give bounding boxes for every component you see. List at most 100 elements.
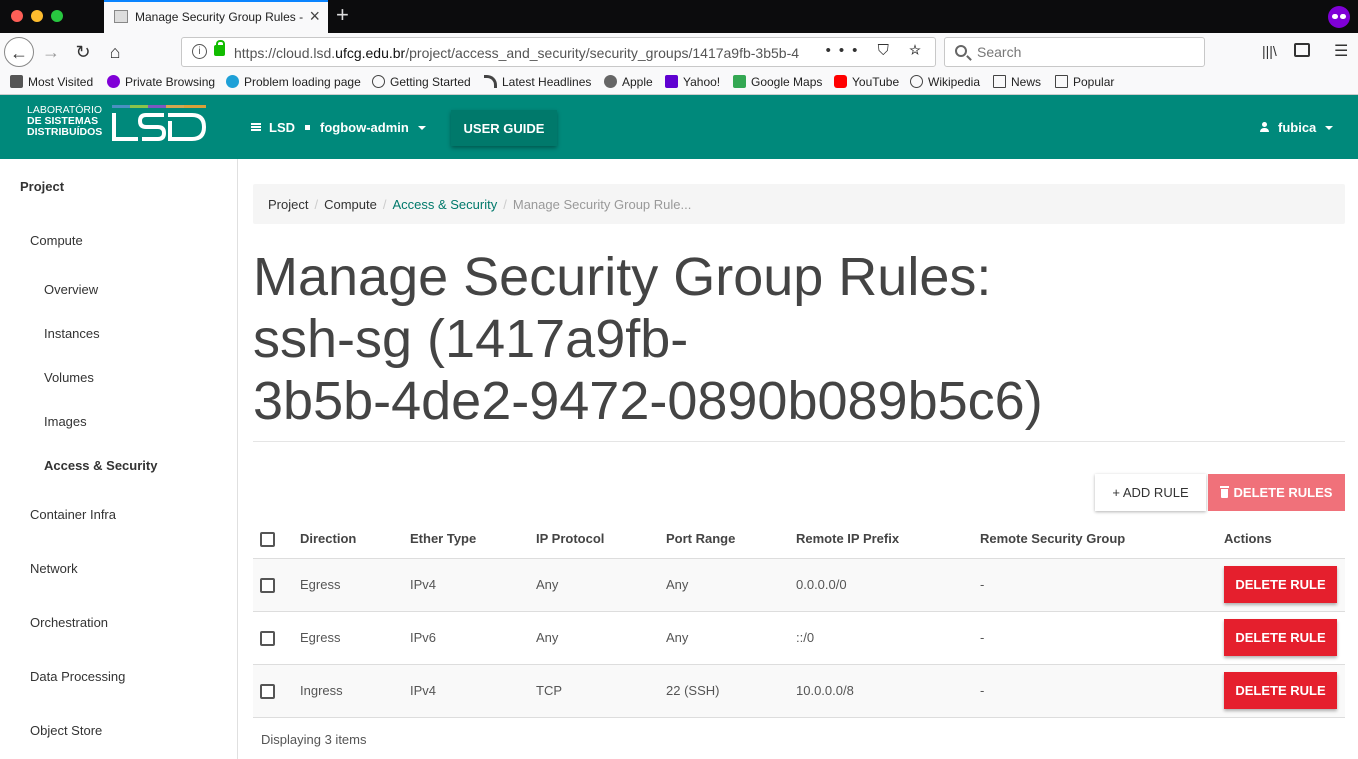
search-bar[interactable]	[944, 37, 1205, 67]
breadcrumb: Project / Compute / Access & Security / Manage…	[253, 184, 1345, 224]
back-arrow-icon[interactable]: ←	[4, 37, 34, 67]
row-checkbox[interactable]	[260, 630, 275, 646]
sidebar-item-instances[interactable]: Instances	[44, 326, 100, 341]
cell-ether-type: IPv4	[403, 558, 529, 612]
row-checkbox[interactable]	[260, 683, 275, 699]
row-select-cell	[253, 611, 293, 665]
page-title-line-1: Manage Security Group Rules:	[253, 247, 992, 307]
delete-rule-button[interactable]: DELETE RULE	[1224, 672, 1337, 709]
col-ip-protocol[interactable]: IP Protocol	[529, 520, 659, 559]
row-select-cell	[253, 664, 293, 718]
breadcrumb-access-security[interactable]: Access & Security	[392, 197, 497, 212]
bookmark-google-maps[interactable]: Google Maps	[733, 75, 822, 89]
bookmark-getting-started[interactable]: Getting Started	[372, 75, 471, 89]
cell-remote-ip-prefix: ::/0	[789, 611, 973, 665]
delete-rule-button[interactable]: DELETE RULE	[1224, 619, 1337, 656]
bookmark-latest-headlines[interactable]: Latest Headlines	[484, 75, 591, 89]
bookmark-private-browsing[interactable]: Private Browsing	[107, 75, 215, 89]
sidebar-item-volumes[interactable]: Volumes	[44, 370, 94, 385]
lsd-logo[interactable]: LABORATÓRIO DE SISTEMAS DISTRIBUÍDOS	[27, 105, 207, 149]
close-tab-icon[interactable]: ×	[309, 6, 320, 27]
sidebar-container-infra[interactable]: Container Infra	[30, 507, 116, 522]
forward-arrow-icon[interactable]: →	[36, 37, 66, 67]
search-input[interactable]	[977, 44, 1197, 60]
bookmark-problem-loading[interactable]: Problem loading page	[226, 75, 361, 89]
sidebar-data-processing[interactable]: Data Processing	[30, 669, 125, 684]
bookmark-apple[interactable]: Apple	[604, 75, 653, 89]
sidebar-compute[interactable]: Compute	[30, 233, 83, 248]
sidebar-network[interactable]: Network	[30, 561, 78, 576]
breadcrumb-separator: /	[503, 197, 507, 212]
close-window-button[interactable]	[11, 10, 23, 22]
logo-text: LABORATÓRIO DE SISTEMAS DISTRIBUÍDOS	[27, 105, 102, 138]
bookmark-label: Yahoo!	[683, 75, 721, 89]
col-remote-security-group[interactable]: Remote Security Group	[973, 520, 1217, 559]
sidebar-orchestration[interactable]: Orchestration	[30, 615, 108, 630]
add-rule-button[interactable]: + ADD RULE	[1095, 474, 1206, 511]
col-remote-ip-prefix[interactable]: Remote IP Prefix	[789, 520, 973, 559]
cell-remote-ip-prefix: 10.0.0.0/8	[789, 664, 973, 718]
library-icon[interactable]: |||\	[1262, 43, 1277, 59]
home-icon[interactable]: ⌂	[100, 37, 130, 67]
list-icon	[251, 123, 261, 131]
sidebar-item-access-security[interactable]: Access & Security	[44, 458, 157, 473]
select-all-checkbox[interactable]	[260, 531, 275, 547]
cell-direction: Egress	[293, 558, 403, 612]
page-actions-icons[interactable]: ••• ⛉ ☆	[826, 42, 929, 59]
minimize-window-button[interactable]	[31, 10, 43, 22]
bookmark-most-visited[interactable]: Most Visited	[10, 75, 93, 89]
page-favicon-icon	[114, 10, 128, 23]
info-icon[interactable]: i	[192, 44, 207, 59]
divider	[253, 441, 1345, 442]
rules-table: Direction Ether Type IP Protocol Port Ra…	[253, 520, 1345, 718]
bookmark-youtube[interactable]: YouTube	[834, 75, 899, 89]
browser-tab[interactable]: Manage Security Group Rules - ×	[104, 0, 328, 33]
chevron-down-icon	[417, 126, 426, 130]
bookmark-wikipedia[interactable]: Wikipedia	[910, 75, 980, 89]
cell-remote-security-group: -	[973, 664, 1217, 718]
col-ether-type[interactable]: Ether Type	[403, 520, 529, 559]
lock-icon	[214, 40, 225, 56]
trash-icon	[1219, 486, 1229, 498]
delete-rules-button[interactable]: DELETE RULES	[1208, 474, 1345, 511]
bookmark-label: Google Maps	[751, 75, 823, 89]
cell-remote-ip-prefix: 0.0.0.0/0	[789, 558, 973, 612]
breadcrumb-project[interactable]: Project	[268, 197, 308, 212]
bookmark-popular[interactable]: Popular	[1055, 75, 1114, 89]
user-guide-button[interactable]: USER GUIDE	[451, 110, 557, 146]
project-switcher[interactable]: LSD fogbow-admin	[251, 120, 426, 135]
url-bar[interactable]: i https://cloud.lsd.ufcg.edu.br/project/…	[181, 37, 936, 67]
sidebar-project[interactable]: Project	[20, 179, 64, 194]
separator	[305, 125, 310, 131]
bookmark-yahoo[interactable]: Yahoo!	[665, 75, 720, 89]
hamburger-menu-icon[interactable]: ☰	[1334, 41, 1348, 61]
bookmark-news[interactable]: News	[993, 75, 1041, 89]
username: fubica	[1278, 120, 1317, 135]
apple-icon	[604, 75, 617, 88]
maximize-window-button[interactable]	[51, 10, 63, 22]
bookmarks-toolbar: Most Visited Private Browsing Problem lo…	[0, 71, 1358, 95]
row-select-cell	[253, 558, 293, 612]
col-direction[interactable]: Direction	[293, 520, 403, 559]
delete-rule-button[interactable]: DELETE RULE	[1224, 566, 1337, 603]
breadcrumb-compute[interactable]: Compute	[324, 197, 377, 212]
select-all-cell	[253, 520, 293, 559]
sidebar-item-images[interactable]: Images	[44, 414, 87, 429]
reload-icon[interactable]: ↻	[68, 37, 98, 67]
cell-actions: DELETE RULE	[1217, 664, 1345, 718]
col-port-range[interactable]: Port Range	[659, 520, 789, 559]
cell-ether-type: IPv6	[403, 611, 529, 665]
url-text[interactable]: https://cloud.lsd.ufcg.edu.br/project/ac…	[234, 45, 844, 61]
col-actions: Actions	[1217, 520, 1345, 559]
bookmark-label: Popular	[1073, 75, 1115, 89]
sidebar-toggle-icon[interactable]	[1294, 43, 1310, 57]
sidebar-item-overview[interactable]: Overview	[44, 282, 98, 297]
breadcrumb-separator: /	[382, 197, 387, 212]
new-tab-icon[interactable]: +	[336, 2, 349, 28]
cell-ip-protocol: TCP	[529, 664, 659, 718]
user-menu[interactable]: fubica	[1260, 120, 1334, 135]
sidebar-object-store[interactable]: Object Store	[30, 723, 102, 738]
mask-icon	[107, 75, 120, 88]
user-icon	[1260, 122, 1270, 132]
row-checkbox[interactable]	[260, 577, 275, 593]
